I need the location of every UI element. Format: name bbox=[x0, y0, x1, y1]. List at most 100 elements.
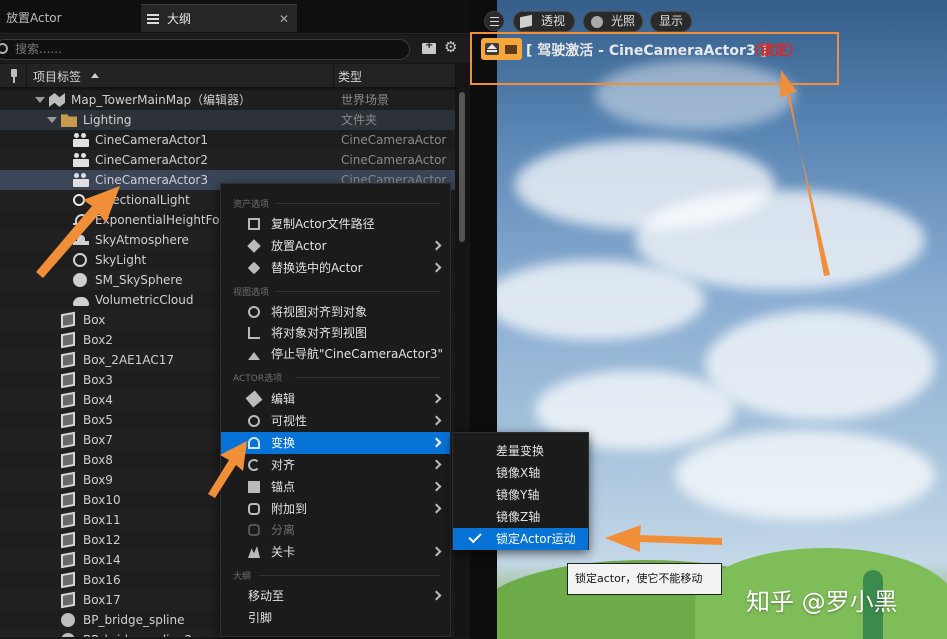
tree-row[interactable]: Map_TowerMainMap（编辑器） 世界场景 bbox=[0, 90, 455, 110]
tree-row-type: CineCameraActor bbox=[341, 133, 447, 147]
perspective-button[interactable]: 透视 bbox=[513, 11, 575, 32]
tree-row-type: CineCameraActor bbox=[341, 153, 447, 167]
tab-outliner[interactable]: 大纲 ✕ bbox=[141, 4, 297, 32]
lighting-button[interactable]: 光照 bbox=[583, 11, 643, 32]
divider bbox=[259, 575, 440, 576]
camera-icon bbox=[505, 45, 517, 54]
menu-line bbox=[490, 25, 499, 26]
menu-item-stop-pilot[interactable]: 停止导航"CineCameraActor3" bbox=[221, 343, 450, 365]
submenu-item-mirror-y[interactable]: 镜像Y轴 bbox=[453, 484, 588, 506]
submenu-item-delta-transform[interactable]: 差量变换 bbox=[453, 440, 588, 462]
menu-item-label: 附加到 bbox=[271, 502, 308, 516]
close-tab-icon[interactable]: ✕ bbox=[279, 5, 289, 33]
submenu-item-lock-actor-movement[interactable]: 锁定Actor运动 bbox=[453, 528, 588, 550]
snap-icon bbox=[248, 459, 260, 471]
menu-item-snap-object-to-view[interactable]: 将对象对齐到视图 bbox=[221, 322, 450, 344]
eject-icon[interactable] bbox=[485, 43, 499, 55]
tree-row-label: Box_2AE1AC17 bbox=[83, 353, 175, 367]
snap-view-icon bbox=[248, 306, 260, 318]
tree-row-label: Box11 bbox=[83, 513, 121, 527]
pin-column-icon[interactable] bbox=[9, 69, 19, 83]
menu-item-level[interactable]: 关卡 bbox=[221, 541, 450, 563]
replace-actor-icon bbox=[247, 261, 261, 275]
submenu-item-label: 镜像Y轴 bbox=[496, 488, 540, 502]
tree-row-label: BP_bridge_spline bbox=[83, 613, 185, 627]
chevron-right-icon bbox=[431, 481, 442, 492]
column-header: 项目标签 类型 bbox=[0, 64, 455, 88]
tree-row-label: Box14 bbox=[83, 553, 121, 567]
menu-item-edit[interactable]: 编辑 bbox=[221, 388, 450, 410]
expand-caret-icon[interactable] bbox=[47, 117, 57, 123]
tree-row-label: Box2 bbox=[83, 333, 113, 347]
column-divider[interactable] bbox=[26, 64, 27, 88]
tree-row-type: 文件夹 bbox=[341, 113, 378, 127]
add-folder-icon[interactable] bbox=[422, 40, 436, 54]
blueprint-icon bbox=[61, 613, 75, 627]
watermark: 知乎 @罗小黑 bbox=[746, 588, 898, 616]
menu-item-label: 引脚 bbox=[248, 611, 273, 625]
submenu-item-mirror-x[interactable]: 镜像X轴 bbox=[453, 462, 588, 484]
level-icon bbox=[248, 546, 260, 558]
menu-item-attach-to[interactable]: 附加到 bbox=[221, 498, 450, 520]
menu-item-pivot[interactable]: 锚点 bbox=[221, 476, 450, 498]
tree-row[interactable]: CineCameraActor1 CineCameraActor bbox=[0, 130, 455, 150]
pivot-icon bbox=[248, 481, 260, 493]
chevron-right-icon bbox=[431, 459, 442, 470]
menu-item-copy-path[interactable]: 复制Actor文件路径 bbox=[221, 213, 450, 235]
transform-submenu: 差量变换 镜像X轴 镜像Y轴 镜像Z轴 锁定Actor运动 bbox=[452, 432, 589, 550]
menu-item-pin[interactable]: 引脚 bbox=[221, 607, 450, 629]
gear-icon[interactable]: ⚙ bbox=[444, 38, 457, 56]
tree-row-label: Box3 bbox=[83, 373, 113, 387]
viewport-menu-button[interactable] bbox=[484, 11, 504, 31]
tab-place-actor[interactable]: 放置Actor bbox=[0, 4, 140, 32]
box-icon bbox=[61, 491, 75, 509]
box-icon bbox=[61, 531, 75, 549]
submenu-item-label: 差量变换 bbox=[496, 444, 545, 458]
lighting-label: 光照 bbox=[611, 14, 636, 28]
menu-item-label: 将对象对齐到视图 bbox=[271, 326, 368, 340]
menu-item-snap[interactable]: 对齐 bbox=[221, 454, 450, 476]
chevron-right-icon bbox=[431, 546, 442, 557]
box-icon bbox=[61, 511, 75, 529]
tooltip: 锁定actor，使它不能移动 bbox=[567, 563, 722, 595]
search-input[interactable]: 搜索...... bbox=[0, 39, 410, 60]
menu-item-snap-view-to-object[interactable]: 将视图对齐到对象 bbox=[221, 301, 450, 323]
box-icon bbox=[61, 471, 75, 489]
menu-item-visibility[interactable]: 可视性 bbox=[221, 410, 450, 432]
outliner-icon bbox=[147, 14, 159, 24]
submenu-item-label: 镜像Z轴 bbox=[496, 510, 541, 524]
show-button[interactable]: 显示 bbox=[650, 11, 692, 32]
snap-object-icon bbox=[248, 327, 260, 339]
copy-icon bbox=[248, 218, 260, 230]
tree-row-label: SM_SkySphere bbox=[95, 273, 183, 287]
tab-outliner-label: 大纲 bbox=[167, 12, 192, 26]
menu-item-label: 分离 bbox=[271, 523, 296, 537]
tree-row-type: 世界场景 bbox=[341, 93, 390, 107]
menu-item-transform[interactable]: 变换 bbox=[221, 432, 450, 454]
screen: 放置Actor 大纲 ✕ 搜索...... ⚙ 项目标签 类型 Map_Towe… bbox=[0, 0, 947, 639]
outliner-scrollbar[interactable] bbox=[459, 92, 465, 242]
menu-item-label: 替换选中的Actor bbox=[271, 261, 363, 275]
cloud-shape bbox=[485, 260, 705, 340]
box-icon bbox=[61, 551, 75, 569]
menu-item-place-actor[interactable]: 放置Actor bbox=[221, 235, 450, 257]
chevron-right-icon bbox=[431, 503, 442, 514]
tab-bar: 放置Actor 大纲 ✕ bbox=[0, 0, 470, 34]
menu-item-move-to[interactable]: 移动至 bbox=[221, 585, 450, 607]
tree-row[interactable]: Lighting 文件夹 bbox=[0, 110, 455, 130]
expand-caret-icon[interactable] bbox=[35, 97, 45, 103]
submenu-item-label: 锁定Actor运动 bbox=[496, 532, 576, 546]
chevron-right-icon bbox=[431, 262, 442, 273]
column-type[interactable]: 类型 bbox=[338, 68, 362, 85]
menu-item-replace-actor[interactable]: 替换选中的Actor bbox=[221, 257, 450, 279]
tree-row[interactable]: CineCameraActor2 CineCameraActor bbox=[0, 150, 455, 170]
cube-icon bbox=[520, 14, 532, 29]
tree-row-label: CineCameraActor3 bbox=[95, 173, 209, 187]
submenu-item-mirror-z[interactable]: 镜像Z轴 bbox=[453, 506, 588, 528]
tree-row-label: SkyAtmosphere bbox=[95, 233, 189, 247]
pilot-locked-text: （锁定） bbox=[746, 43, 802, 59]
tree-row-label: Box10 bbox=[83, 493, 121, 507]
tree-row-label: Box bbox=[83, 313, 106, 327]
column-divider[interactable] bbox=[333, 64, 334, 88]
column-item-label[interactable]: 项目标签 bbox=[33, 68, 81, 85]
